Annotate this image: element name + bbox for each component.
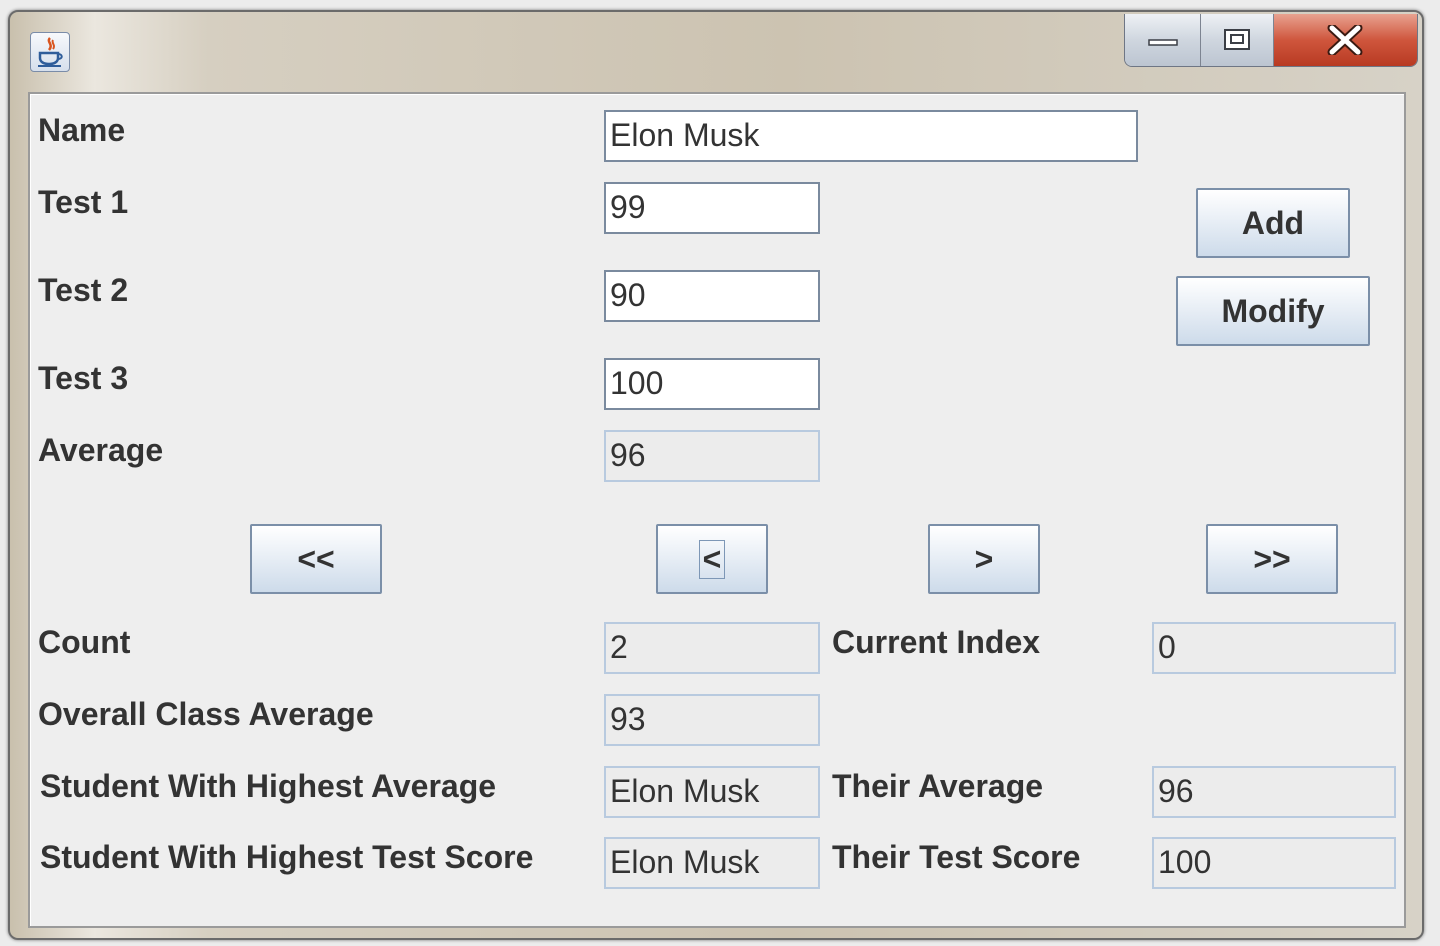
- average-label: Average: [38, 432, 164, 468]
- highest-average-student-label: Student With Highest Average: [40, 768, 497, 804]
- their-average-field: 96: [1152, 766, 1396, 818]
- previous-record-button[interactable]: <: [656, 524, 768, 594]
- test1-label: Test 1: [38, 184, 129, 220]
- maximize-button[interactable]: [1201, 14, 1274, 66]
- java-coffee-cup-icon[interactable]: [30, 32, 70, 72]
- form-panel: Name Elon Musk Test 1 99 Test 2 90 Test …: [28, 92, 1406, 928]
- add-button[interactable]: Add: [1196, 188, 1350, 258]
- maximize-icon: [1224, 29, 1251, 50]
- test2-field[interactable]: 90: [604, 270, 820, 322]
- test3-field[interactable]: 100: [604, 358, 820, 410]
- next-record-button[interactable]: >: [928, 524, 1040, 594]
- their-test-score-label: Their Test Score: [832, 839, 1081, 875]
- class-average-label: Overall Class Average: [38, 696, 374, 732]
- name-label: Name: [38, 112, 126, 148]
- test1-field[interactable]: 99: [604, 182, 820, 234]
- class-average-field: 93: [604, 694, 820, 746]
- first-record-button[interactable]: <<: [250, 524, 382, 594]
- test2-label: Test 2: [38, 272, 129, 308]
- last-record-button[interactable]: >>: [1206, 524, 1338, 594]
- count-label: Count: [38, 624, 131, 660]
- close-button[interactable]: [1273, 14, 1417, 66]
- name-field[interactable]: Elon Musk: [604, 110, 1138, 162]
- window-controls: [1124, 14, 1418, 67]
- test3-label: Test 3: [38, 360, 129, 396]
- highest-test-student-label: Student With Highest Test Score: [40, 839, 534, 875]
- their-average-label: Their Average: [832, 768, 1044, 804]
- highest-average-student-field: Elon Musk: [604, 766, 820, 818]
- app-window: Name Elon Musk Test 1 99 Test 2 90 Test …: [8, 10, 1424, 940]
- their-test-score-field: 100: [1152, 837, 1396, 889]
- previous-button-label: <: [698, 539, 726, 579]
- modify-button[interactable]: Modify: [1176, 276, 1370, 346]
- count-field: 2: [604, 622, 820, 674]
- minimize-icon: [1147, 39, 1178, 46]
- current-index-field: 0: [1152, 622, 1396, 674]
- highest-test-student-field: Elon Musk: [604, 837, 820, 889]
- average-field: 96: [604, 430, 820, 482]
- close-icon: [1327, 25, 1363, 55]
- current-index-label: Current Index: [832, 624, 1041, 660]
- minimize-button[interactable]: [1125, 14, 1202, 66]
